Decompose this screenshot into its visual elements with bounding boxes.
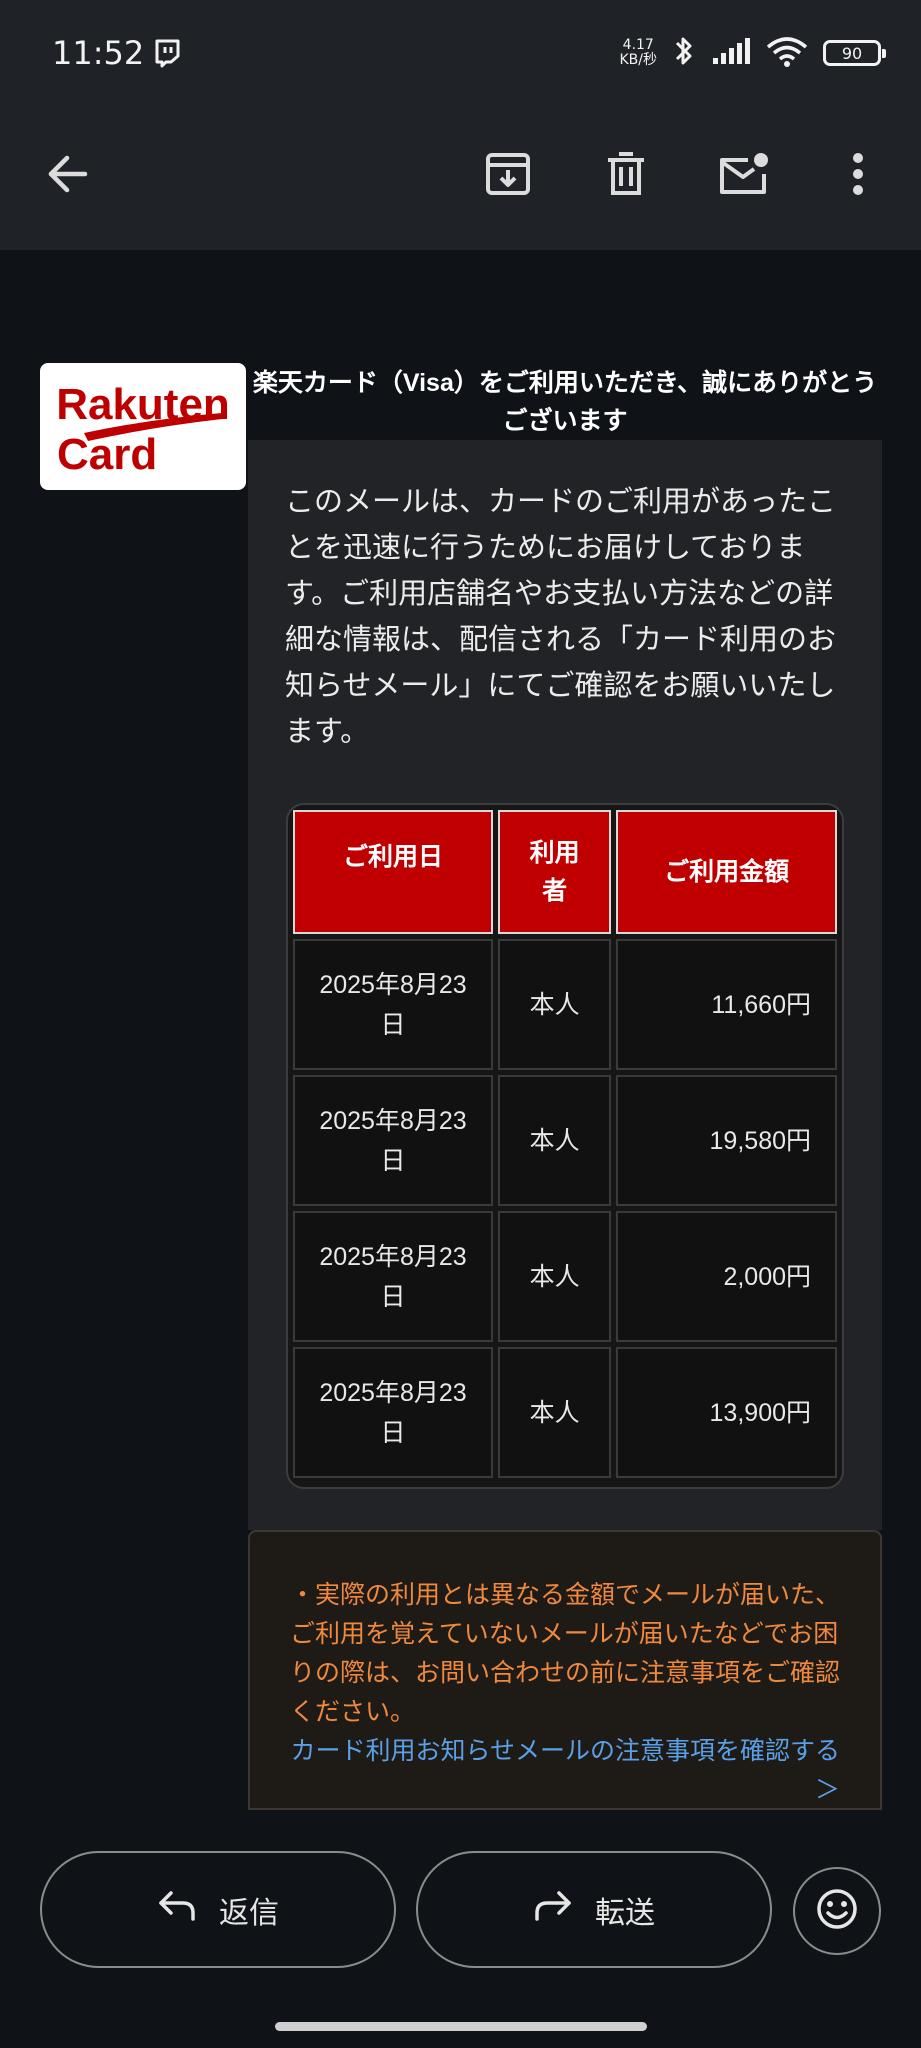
table-row: 2025年8月23日 本人 11,660円: [293, 939, 837, 1070]
more-options-button[interactable]: [818, 136, 898, 216]
bluetooth-icon: [671, 34, 697, 72]
trash-icon: [605, 151, 647, 201]
cell-date: 2025年8月23日: [293, 1075, 493, 1206]
delete-button[interactable]: [586, 136, 666, 216]
rakuten-card-logo: Rakuten Card: [40, 363, 246, 490]
reply-label: 返信: [219, 1895, 279, 1931]
header-user-text: 利用者: [529, 838, 580, 905]
home-indicator[interactable]: [275, 2022, 647, 2031]
reply-button[interactable]: 返信: [40, 1851, 396, 1968]
twitch-notification-icon: [152, 38, 182, 68]
status-indicators: 4.17 KB/秒 90: [619, 34, 886, 72]
svg-text:Rakuten: Rakuten: [56, 380, 230, 429]
net-speed: 4.17 KB/秒: [619, 38, 657, 68]
table-row: 2025年8月23日 本人 13,900円: [293, 1347, 837, 1478]
svg-text:Card: Card: [57, 430, 157, 479]
table-row: 2025年8月23日 本人 19,580円: [293, 1075, 837, 1206]
cell-date: 2025年8月23日: [293, 939, 493, 1070]
cell-amount: 13,900円: [616, 1347, 837, 1478]
status-bar: 11:52 4.17 KB/秒 90: [0, 0, 921, 108]
wifi-icon: [765, 35, 809, 71]
email-toolbar: [0, 108, 921, 250]
status-time: 11:52: [52, 34, 145, 72]
cell-amount: 19,580円: [616, 1075, 837, 1206]
cell-user: 本人: [497, 1347, 612, 1478]
archive-icon: [484, 151, 532, 201]
cell-user: 本人: [497, 1211, 612, 1342]
cell-date: 2025年8月23日: [293, 1347, 493, 1478]
header-user: 利用者: [497, 810, 612, 934]
mark-unread-button[interactable]: [704, 136, 784, 216]
cell-amount: 2,000円: [616, 1211, 837, 1342]
net-speed-unit: KB/秒: [619, 52, 657, 68]
notice-text: ・実際の利用とは異なる金額でメールが届いた、ご利用を覚えていないメールが届いたな…: [290, 1580, 841, 1726]
email-heading: 楽天カード（Visa）をご利用いただき、誠にありがとうございます: [252, 369, 878, 435]
table-row: 2025年8月23日 本人 2,000円: [293, 1211, 837, 1342]
battery-indicator: 90: [823, 40, 886, 66]
signal-icon: [711, 36, 751, 70]
archive-button[interactable]: [468, 136, 548, 216]
forward-label: 転送: [595, 1895, 655, 1931]
forward-button[interactable]: 転送: [416, 1851, 772, 1968]
more-vert-icon: [852, 152, 864, 200]
notice-link[interactable]: カード利用お知らせメールの注意事項を確認する＞: [290, 1731, 840, 1809]
net-speed-value: 4.17: [622, 37, 654, 53]
usage-table-container: ご利用日 利用者 ご利用金額 2025年8月23日 本人 11,660円 202…: [286, 803, 844, 1489]
back-button[interactable]: [27, 136, 107, 216]
emoji-reaction-button[interactable]: [793, 1867, 881, 1955]
arrow-left-icon: [45, 154, 89, 198]
header-amount: ご利用金額: [616, 810, 837, 934]
header-date: ご利用日: [293, 810, 493, 934]
forward-icon: [533, 1889, 573, 1931]
table-header-row: ご利用日 利用者 ご利用金額: [293, 810, 837, 934]
smiley-icon: [815, 1887, 859, 1935]
mail-unread-icon: [718, 152, 770, 200]
cell-user: 本人: [497, 1075, 612, 1206]
intro-text: このメールは、カードのご利用があったことを迅速に行うためにお届けしております。ご…: [285, 484, 837, 748]
cell-date: 2025年8月23日: [293, 1211, 493, 1342]
cell-user: 本人: [497, 939, 612, 1070]
cell-amount: 11,660円: [616, 939, 837, 1070]
usage-table: ご利用日 利用者 ご利用金額 2025年8月23日 本人 11,660円 202…: [288, 805, 842, 1483]
reply-icon: [157, 1889, 197, 1931]
